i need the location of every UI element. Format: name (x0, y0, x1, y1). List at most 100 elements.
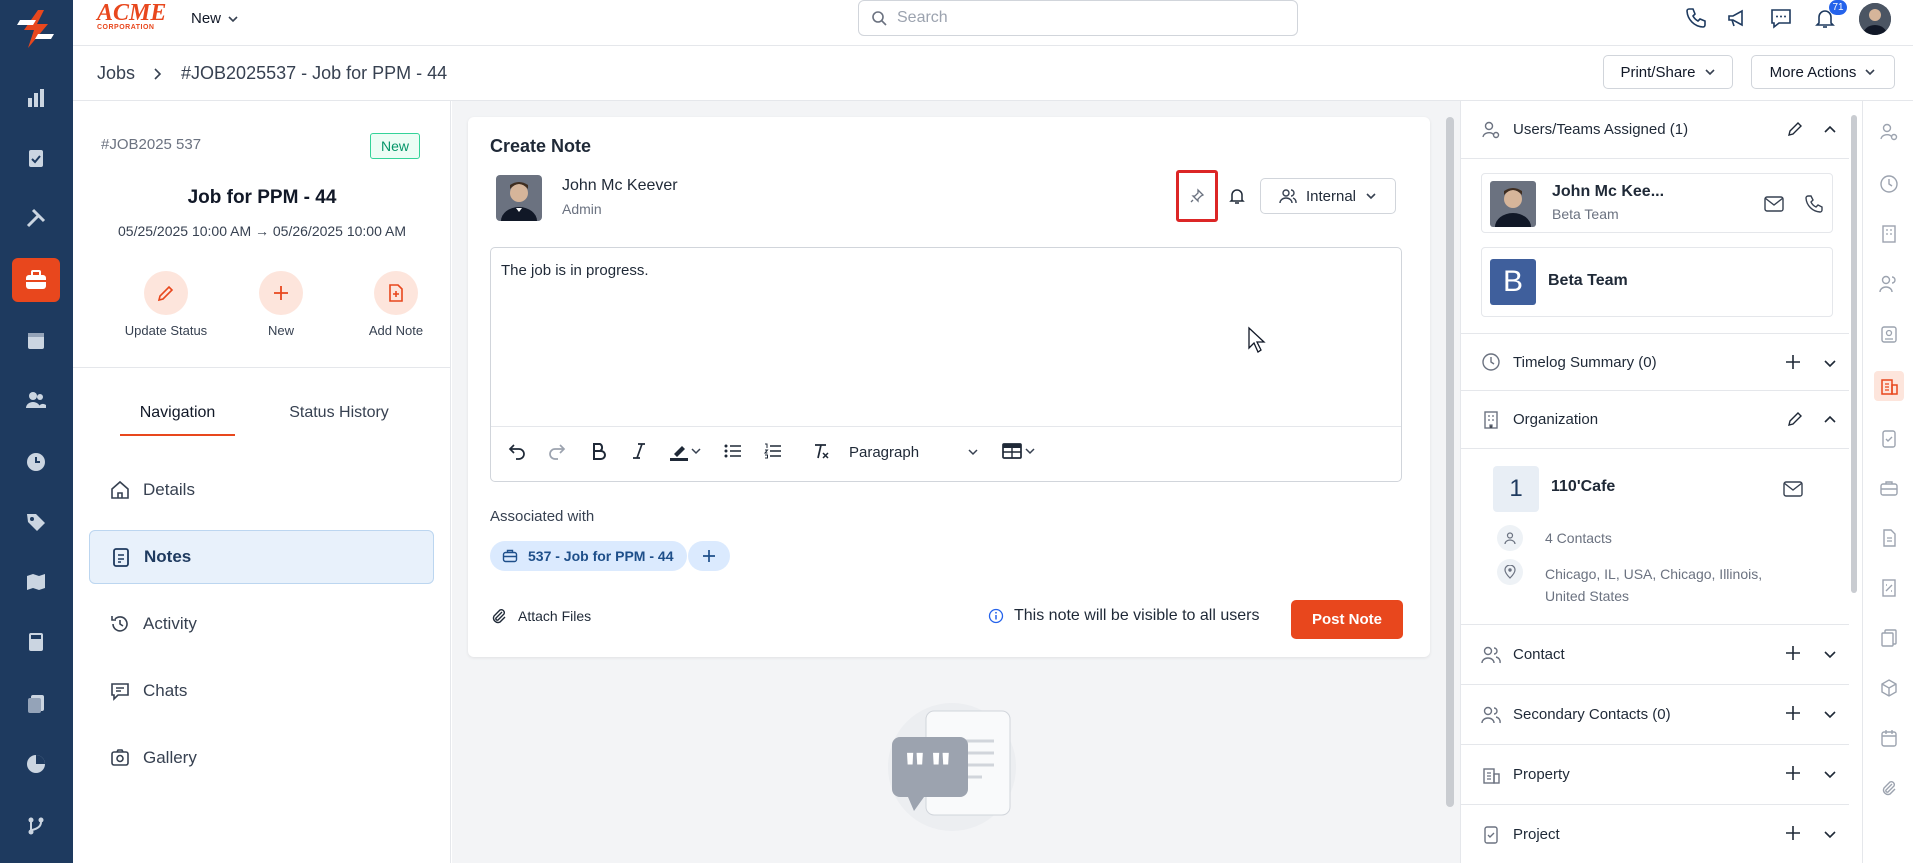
project-section-header[interactable]: Project (1461, 805, 1849, 863)
new-button[interactable]: New (226, 271, 336, 338)
tag-icon[interactable] (12, 500, 60, 544)
chevron-down-icon[interactable] (1823, 647, 1837, 661)
center-scrollbar[interactable] (1446, 117, 1454, 807)
workflow-icon[interactable] (12, 804, 60, 848)
org-avatar: 1 (1493, 466, 1539, 512)
nav-item-activity[interactable]: Activity (89, 597, 434, 651)
new-menu-button[interactable]: New (191, 10, 239, 27)
attachment-icon[interactable] (1876, 775, 1902, 801)
highlight-dropdown-icon[interactable] (687, 437, 705, 465)
more-actions-button[interactable]: More Actions (1751, 55, 1895, 89)
nav-item-chats[interactable]: Chats (89, 664, 434, 718)
chevron-up-icon[interactable] (1823, 123, 1837, 137)
files-icon[interactable] (1876, 625, 1902, 651)
bold-icon[interactable] (585, 437, 613, 465)
calendar-check-icon[interactable] (1876, 725, 1902, 751)
update-status-button[interactable]: Update Status (111, 271, 221, 338)
secondary-contacts-section-header[interactable]: Secondary Contacts (0) (1461, 685, 1849, 745)
chevron-down-icon[interactable] (1823, 827, 1837, 841)
location-pin-icon (1497, 559, 1523, 585)
paragraph-format-select[interactable]: Paragraph (845, 437, 985, 467)
nav-item-details[interactable]: Details (89, 463, 434, 517)
organization-section-header[interactable]: Organization (1461, 391, 1849, 449)
pin-note-button[interactable] (1176, 170, 1218, 222)
jobs-briefcase-icon[interactable] (12, 258, 60, 302)
clear-format-icon[interactable] (807, 437, 835, 465)
search-input[interactable]: Search (858, 0, 1298, 36)
tools-icon[interactable] (12, 196, 60, 240)
chevron-down-icon (968, 449, 978, 456)
plus-icon[interactable] (1785, 354, 1801, 370)
plus-icon[interactable] (1785, 705, 1801, 721)
documents-icon[interactable] (12, 682, 60, 726)
right-panel-scrollbar[interactable] (1851, 115, 1857, 593)
phone-icon[interactable] (1804, 194, 1824, 214)
map-icon[interactable] (12, 560, 60, 604)
chevron-down-icon[interactable] (1823, 767, 1837, 781)
messages-icon[interactable] (1769, 6, 1793, 30)
plus-icon[interactable] (1785, 765, 1801, 781)
chevron-up-icon[interactable] (1823, 413, 1837, 427)
invoice-icon[interactable] (1876, 575, 1902, 601)
edit-icon[interactable] (1787, 411, 1803, 427)
breadcrumb-jobs-link[interactable]: Jobs (97, 63, 135, 84)
timelog-icon[interactable] (1876, 171, 1902, 197)
document-icon[interactable] (1876, 525, 1902, 551)
bullet-list-icon[interactable] (719, 437, 747, 465)
tab-status-history[interactable]: Status History (269, 404, 409, 422)
megaphone-icon[interactable] (1726, 6, 1750, 30)
contact-icon[interactable] (1876, 271, 1902, 297)
contact-section-header[interactable]: Contact (1461, 625, 1849, 685)
phone-icon[interactable] (1684, 6, 1708, 30)
associated-job-chip[interactable]: 537 - Job for PPM - 44 (490, 541, 688, 571)
reminder-bell-button[interactable] (1228, 187, 1246, 205)
calculator-icon[interactable] (12, 620, 60, 664)
tab-navigation[interactable]: Navigation (120, 404, 235, 436)
clock-icon[interactable] (12, 440, 60, 484)
paperclip-icon (492, 609, 506, 624)
app-logo-icon[interactable] (14, 8, 58, 50)
mail-icon[interactable] (1783, 480, 1803, 498)
numbered-list-icon[interactable] (759, 437, 787, 465)
acme-logo[interactable]: ACME CORPORATION (97, 1, 169, 31)
nav-item-gallery[interactable]: Gallery (89, 731, 434, 785)
chevron-down-icon (1865, 69, 1875, 76)
add-note-button[interactable]: Add Note (341, 271, 451, 338)
pie-chart-icon[interactable] (12, 742, 60, 786)
svg-text:": " (904, 743, 926, 795)
clipboard-check-icon[interactable] (12, 136, 60, 180)
org-name[interactable]: 110'Cafe (1551, 478, 1615, 496)
calendar-icon[interactable] (12, 318, 60, 362)
users-icon[interactable] (12, 378, 60, 422)
property-section-header[interactable]: Property (1461, 745, 1849, 805)
add-association-button[interactable] (688, 541, 730, 571)
dashboard-icon[interactable] (12, 76, 60, 120)
organization-icon[interactable] (1876, 221, 1902, 247)
undo-icon[interactable] (503, 437, 531, 465)
visibility-select[interactable]: Internal (1260, 178, 1396, 214)
post-note-button[interactable]: Post Note (1291, 600, 1403, 639)
timelog-section-header[interactable]: Timelog Summary (0) (1461, 333, 1849, 391)
chevron-down-icon[interactable] (1823, 707, 1837, 721)
id-card-icon[interactable] (1876, 321, 1902, 347)
chevron-down-icon[interactable] (1823, 356, 1837, 370)
mail-icon[interactable] (1764, 195, 1784, 213)
users-teams-section-header[interactable]: Users/Teams Assigned (1) (1461, 101, 1849, 159)
org-contacts[interactable]: 4 Contacts (1545, 530, 1612, 546)
briefcase-icon[interactable] (1876, 475, 1902, 501)
user-avatar[interactable] (1859, 3, 1891, 35)
table-insert-icon[interactable] (999, 437, 1045, 465)
package-icon[interactable] (1876, 675, 1902, 701)
assign-user-icon[interactable] (1876, 119, 1902, 145)
project-icon[interactable] (1876, 425, 1902, 451)
edit-icon[interactable] (1787, 121, 1803, 137)
nav-item-notes[interactable]: Notes (89, 530, 434, 584)
plus-icon[interactable] (1785, 825, 1801, 841)
pin-icon (1190, 188, 1205, 203)
property-active-icon[interactable] (1874, 371, 1904, 401)
italic-icon[interactable] (625, 437, 653, 465)
print-share-button[interactable]: Print/Share (1603, 55, 1733, 89)
attach-files-button[interactable]: Attach Files (490, 607, 591, 625)
plus-icon[interactable] (1785, 645, 1801, 661)
redo-icon[interactable] (543, 437, 571, 465)
